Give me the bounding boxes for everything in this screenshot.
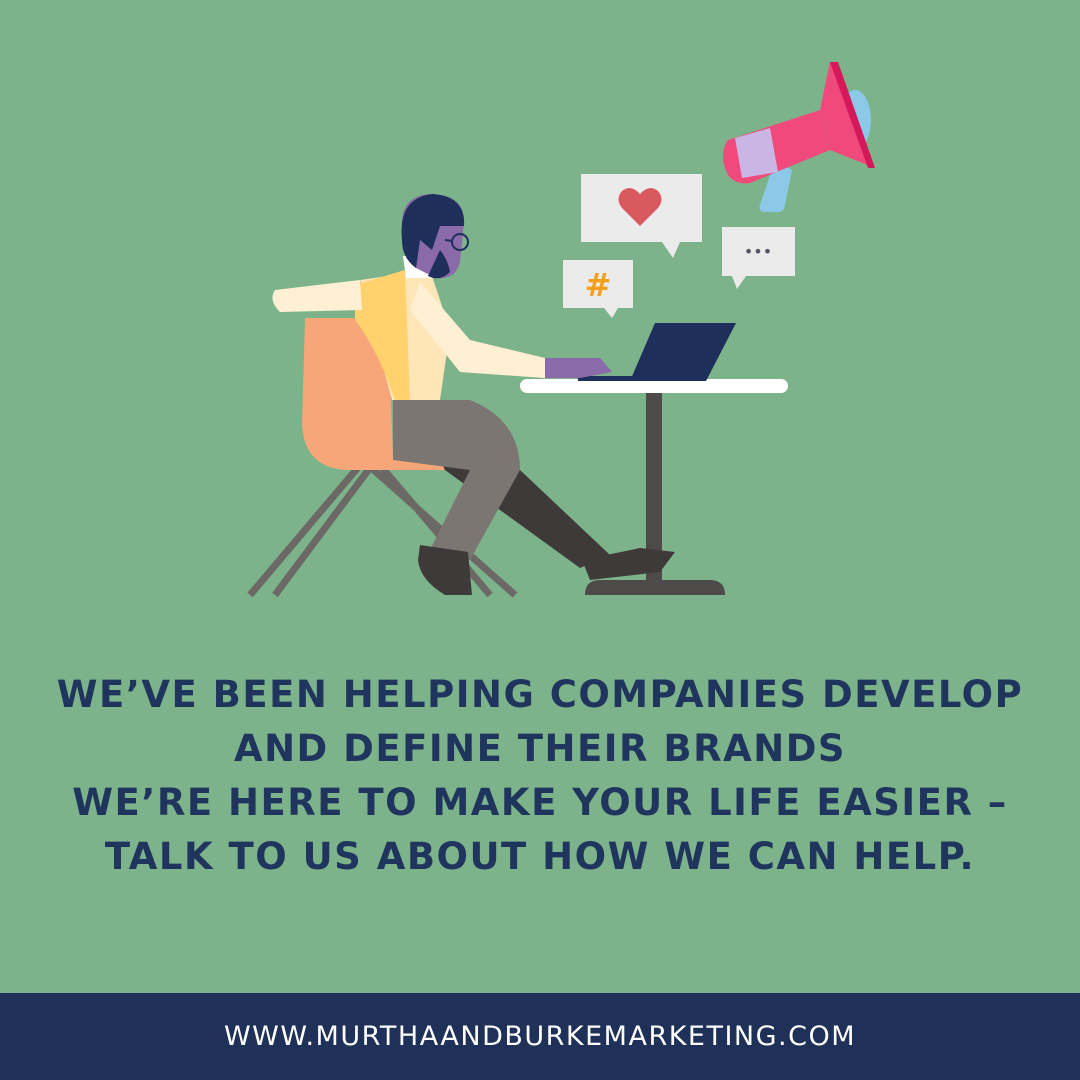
megaphone-icon (723, 62, 875, 212)
headline-line-4: talk to us about how we can help. (104, 835, 976, 878)
hashtag-icon: # (585, 266, 612, 304)
headline-line-3: We’re here to make your life easier – (72, 781, 1008, 824)
ellipsis-bubble: ••• (722, 227, 795, 289)
website-url[interactable]: www.murthaandburkemarketing.com (224, 1021, 856, 1052)
headline: We’ve been helping companies develop and… (0, 668, 1080, 884)
headline-line-2: and define their brands (233, 727, 847, 770)
footer-bar: www.murthaandburkemarketing.com (0, 993, 1080, 1080)
workspace-illustration: ••• # (247, 62, 875, 598)
heart-bubble (581, 174, 702, 258)
ellipsis-icon: ••• (744, 242, 772, 261)
headline-line-1: We’ve been helping companies develop (56, 673, 1024, 716)
hashtag-bubble: # (563, 260, 633, 318)
